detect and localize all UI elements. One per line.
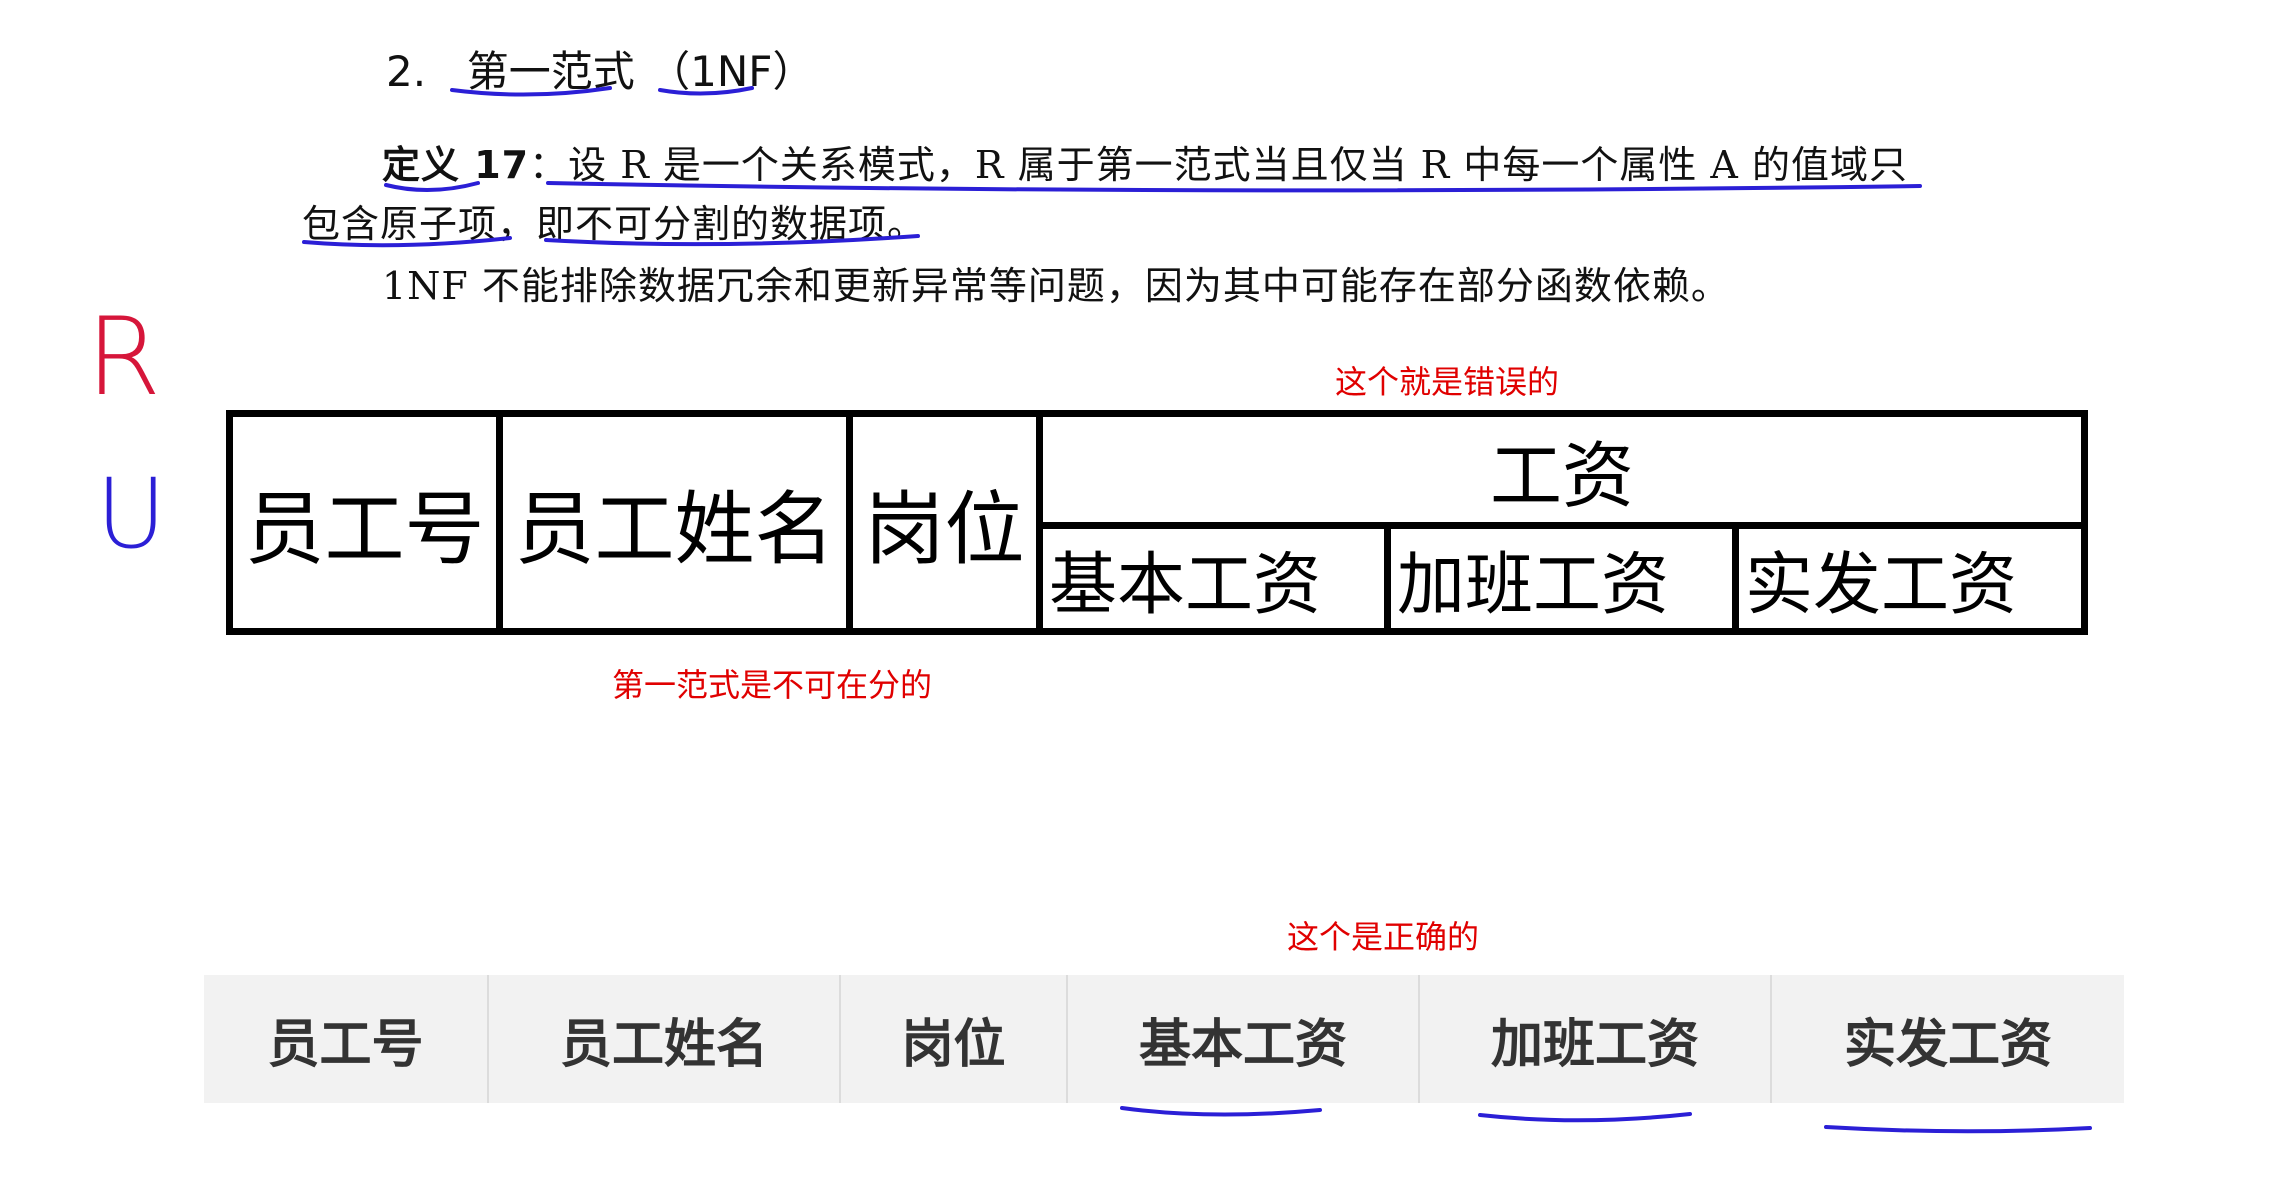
correct-header-base-wage: 基本工资 [1068,975,1420,1103]
section-title-paren: （1NF） [648,47,815,96]
section-number: 2. [386,47,427,96]
wrong-header-employee-id: 员工号 [226,410,503,635]
handwritten-r: R [86,295,162,420]
definition-line-1: 定义 17：设 R 是一个关系模式，R 属于第一范式当且仅当 R 中每一个属性 … [382,134,1908,189]
wrong-header-wage-group: 工资 [1035,410,2089,529]
underline-overtime-wage [1478,1112,1692,1123]
note-correct: 这个是正确的 [1287,918,1480,956]
wrong-header-position: 岗位 [846,410,1043,635]
section-heading: 2. 第一范式 （1NF） [386,38,814,99]
wrong-header-overtime-wage: 加班工资 [1384,522,1739,635]
note-wrong: 这个就是错误的 [1335,363,1560,401]
wrong-header-base-wage: 基本工资 [1036,522,1391,635]
correct-header-employee-name: 员工姓名 [489,975,841,1103]
underline-net-wage [1824,1125,2092,1134]
correct-header-overtime-wage: 加班工资 [1420,975,1772,1103]
wrong-header-employee-name: 员工姓名 [496,410,853,635]
definition-line-2: 包含原子项，即不可分割的数据项。 [302,202,927,246]
handwritten-u: U [96,458,167,570]
section-title: 第一范式 [466,47,635,96]
correct-header-position: 岗位 [841,975,1068,1103]
definition-line-3: 1NF 不能排除数据冗余和更新异常等问题，因为其中可能存在部分函数依赖。 [382,264,1730,308]
underline-base-wage [1120,1106,1322,1117]
wrong-header-net-wage: 实发工资 [1731,522,2089,635]
correct-header-net-wage: 实发工资 [1843,1014,2052,1075]
definition-label: 定义 17 [382,143,530,187]
correct-table-header: 员工号 员工姓名 岗位 基本工资 加班工资 实发工资 [204,975,2124,1103]
correct-header-employee-id: 员工号 [204,975,489,1103]
wrong-table: 员工号 员工姓名 岗位 工资 基本工资 加班工资 实发工资 [226,410,2089,635]
definition-text-1: ：设 R 是一个关系模式，R 属于第一范式当且仅当 R 中每一个属性 A 的值域… [529,143,1908,187]
note-atomic: 第一范式是不可在分的 [612,666,933,704]
